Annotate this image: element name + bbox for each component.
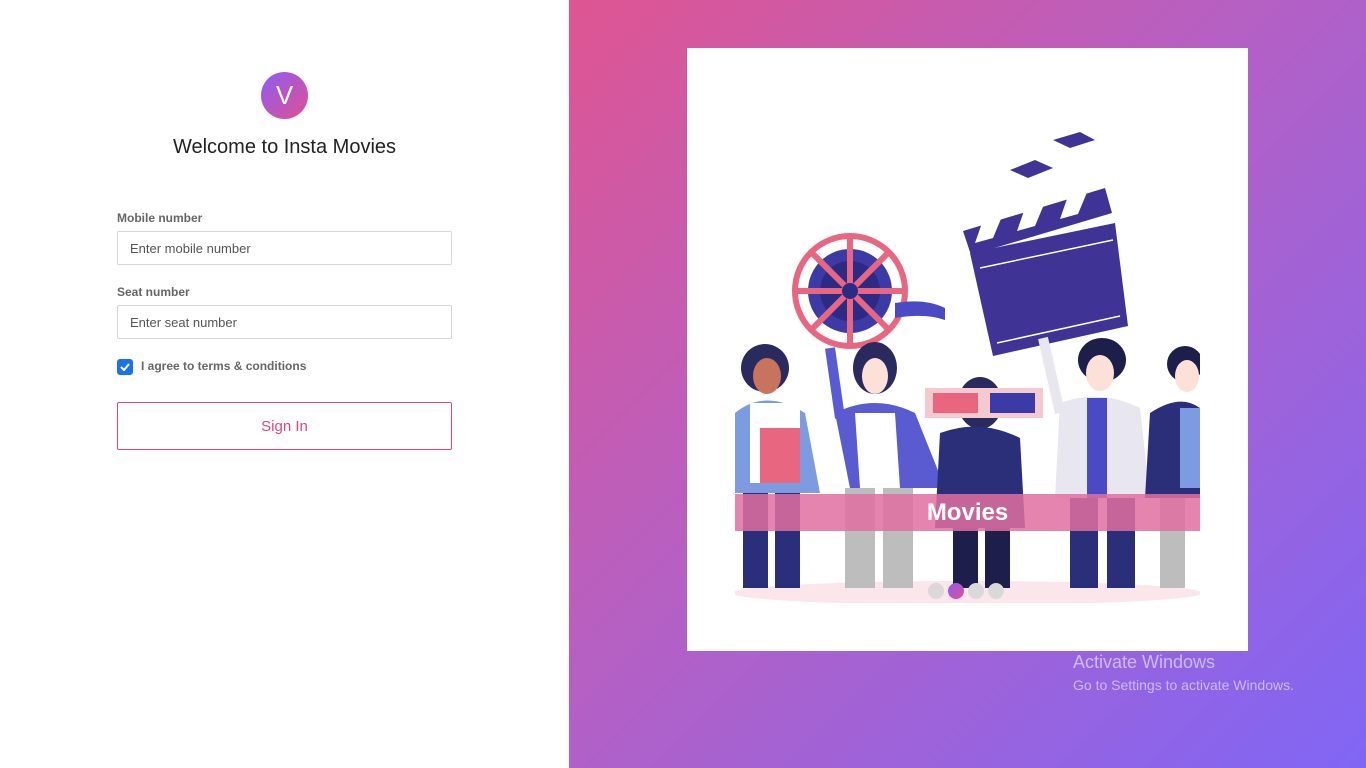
mobile-number-label: Mobile number [117, 211, 203, 225]
windows-activation-watermark: Activate Windows Go to Settings to activ… [1073, 652, 1294, 693]
page-title: Welcome to Insta Movies [172, 136, 397, 158]
carousel-dot[interactable] [968, 583, 984, 599]
sign-in-button[interactable]: Sign In [117, 402, 452, 450]
watermark-subtitle: Go to Settings to activate Windows. [1073, 677, 1294, 693]
person-2 [825, 342, 945, 588]
slide-caption: Movies [926, 498, 1009, 526]
person-5 [1145, 346, 1200, 588]
carousel-dot[interactable] [988, 583, 1004, 599]
login-panel: V Welcome to Insta Movies Mobile number … [0, 0, 569, 768]
clapperboard-icon [963, 132, 1128, 356]
seat-number-input[interactable] [117, 305, 452, 339]
watermark-title: Activate Windows [1073, 652, 1216, 672]
terms-label[interactable]: I agree to terms & conditions [141, 359, 306, 373]
movie-illustration [735, 132, 1200, 603]
seat-number-label: Seat number [117, 285, 190, 299]
checkmark-icon [120, 363, 130, 371]
person-4 [1038, 336, 1150, 588]
terms-checkbox[interactable] [117, 359, 133, 375]
logo-letter: V [275, 80, 294, 110]
slide-caption-bar: Movies [735, 494, 1200, 531]
app-logo: V [261, 72, 308, 119]
terms-row: I agree to terms & conditions [117, 357, 306, 375]
carousel-card: Movies [687, 48, 1248, 651]
carousel-dot[interactable] [928, 583, 944, 599]
person-1 [735, 344, 820, 588]
film-reel-icon [792, 233, 945, 349]
mobile-number-input[interactable] [117, 231, 452, 265]
person-3 [925, 377, 1043, 588]
carousel-dot-active[interactable] [948, 583, 964, 599]
carousel-dots [928, 583, 1004, 599]
